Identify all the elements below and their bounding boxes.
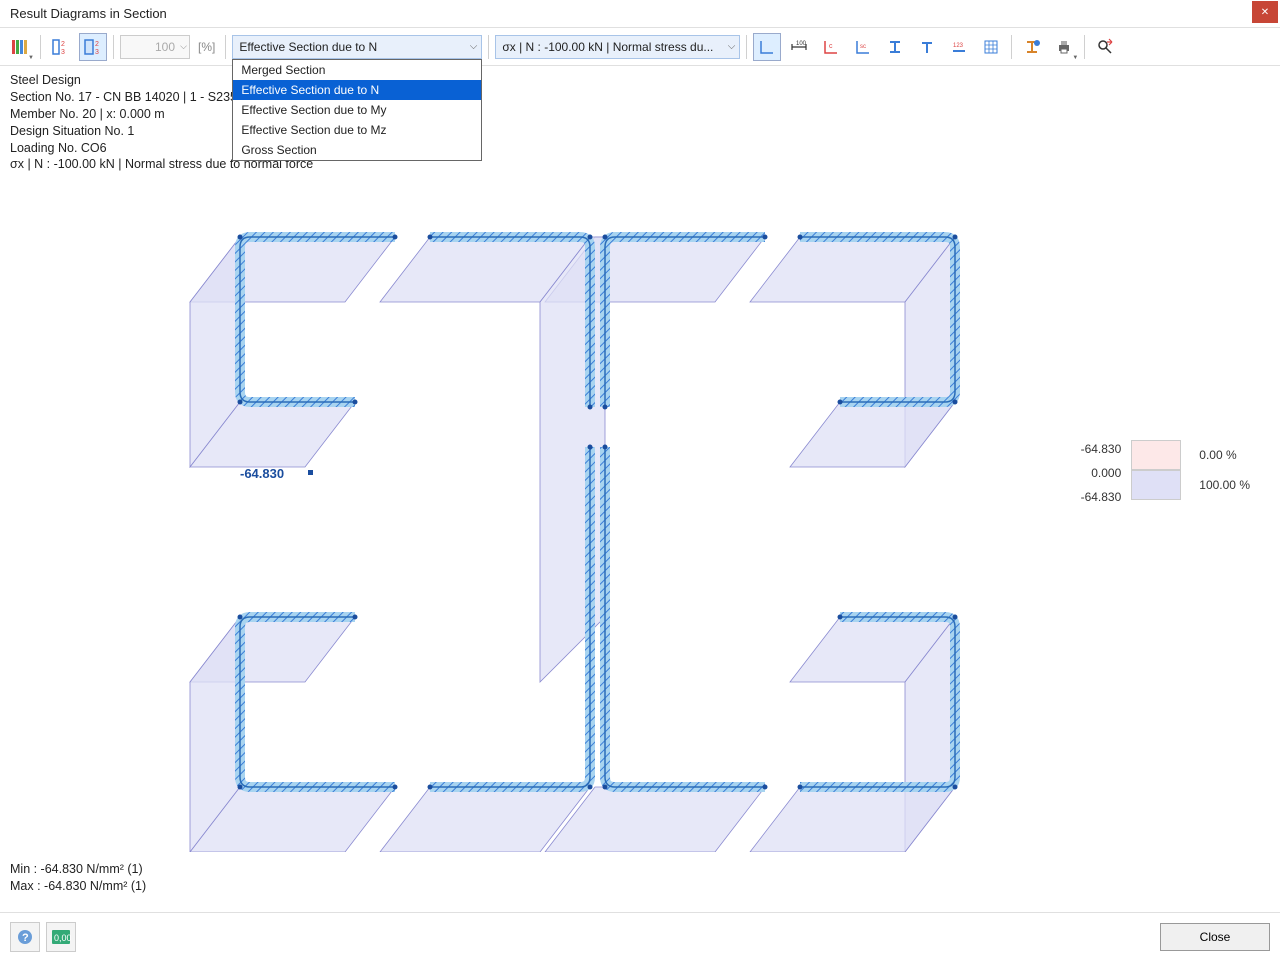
diagram-value-label: -64.830 bbox=[240, 466, 284, 481]
stress-diagram-1-button[interactable]: 23 bbox=[47, 33, 75, 61]
option-gross-section[interactable]: Gross Section bbox=[233, 140, 481, 160]
grid-button[interactable] bbox=[977, 33, 1005, 61]
dimension-button[interactable]: 100 bbox=[785, 33, 813, 61]
svg-text:sc: sc bbox=[860, 44, 866, 50]
value-marker bbox=[308, 470, 313, 475]
principal-axes-button[interactable]: c bbox=[817, 33, 845, 61]
svg-text:100: 100 bbox=[796, 41, 807, 47]
svg-text:2: 2 bbox=[95, 41, 99, 48]
legend-pct-2: 100.00 % bbox=[1199, 478, 1250, 492]
legend-pct-1: 0.00 % bbox=[1199, 448, 1236, 462]
legend-swatch-neg bbox=[1131, 470, 1181, 500]
legend-val-3: -64.830 bbox=[1061, 490, 1121, 504]
shear-center-button[interactable]: sc bbox=[849, 33, 877, 61]
axis-system-button[interactable] bbox=[753, 33, 781, 61]
svg-text:?: ? bbox=[22, 932, 29, 944]
minmax-panel: Min : -64.830 N/mm² (1) Max : -64.830 N/… bbox=[10, 861, 146, 895]
svg-text:3: 3 bbox=[61, 49, 65, 56]
profile-t-button[interactable] bbox=[913, 33, 941, 61]
svg-text:0,00: 0,00 bbox=[54, 933, 71, 943]
window-title: Result Diagrams in Section bbox=[10, 6, 167, 21]
zoom-input[interactable]: 100 bbox=[120, 35, 190, 59]
color-legend: -64.830 0.000 -64.830 0.00 % 100.00 % bbox=[1061, 440, 1250, 506]
toolbar: ▼ 23 23 100 [%] Effective Section due to… bbox=[0, 28, 1280, 66]
close-window-button[interactable]: ✕ bbox=[1252, 1, 1278, 23]
option-effective-my[interactable]: Effective Section due to My bbox=[233, 100, 481, 120]
svg-text:c: c bbox=[829, 43, 833, 50]
legend-swatch-pos bbox=[1131, 440, 1181, 470]
display-mode-button[interactable]: ▼ bbox=[6, 33, 34, 61]
legend-val-1: -64.830 bbox=[1061, 442, 1121, 456]
svg-text:2: 2 bbox=[61, 41, 65, 48]
option-effective-n[interactable]: Effective Section due to N bbox=[233, 80, 481, 100]
section-type-select[interactable]: Effective Section due to N Merged Sectio… bbox=[232, 35, 482, 59]
option-merged-section[interactable]: Merged Section bbox=[233, 60, 481, 80]
footer: ? 0,00 Close bbox=[0, 912, 1280, 960]
option-effective-mz[interactable]: Effective Section due to Mz bbox=[233, 120, 481, 140]
percent-label-1: [%] bbox=[198, 40, 215, 54]
section-type-dropdown: Merged Section Effective Section due to … bbox=[232, 59, 482, 161]
max-value: Max : -64.830 N/mm² (1) bbox=[10, 878, 146, 895]
profile-i-button[interactable] bbox=[881, 33, 909, 61]
legend-val-2: 0.000 bbox=[1061, 466, 1121, 480]
close-button[interactable]: Close bbox=[1160, 923, 1270, 951]
values-button[interactable]: 123 bbox=[945, 33, 973, 61]
print-button[interactable]: ▼ bbox=[1050, 33, 1078, 61]
help-button[interactable]: ? bbox=[10, 922, 40, 952]
section-view-button[interactable] bbox=[1018, 33, 1046, 61]
stress-type-select[interactable]: σx | N : -100.00 kN | Normal stress du..… bbox=[495, 35, 740, 59]
find-button[interactable] bbox=[1091, 33, 1119, 61]
min-value: Min : -64.830 N/mm² (1) bbox=[10, 861, 146, 878]
titlebar: Result Diagrams in Section ✕ bbox=[0, 0, 1280, 28]
stress-diagram-2-button[interactable]: 23 bbox=[79, 33, 107, 61]
svg-text:3: 3 bbox=[95, 49, 99, 56]
svg-text:123: 123 bbox=[953, 43, 964, 49]
units-button[interactable]: 0,00 bbox=[46, 922, 76, 952]
